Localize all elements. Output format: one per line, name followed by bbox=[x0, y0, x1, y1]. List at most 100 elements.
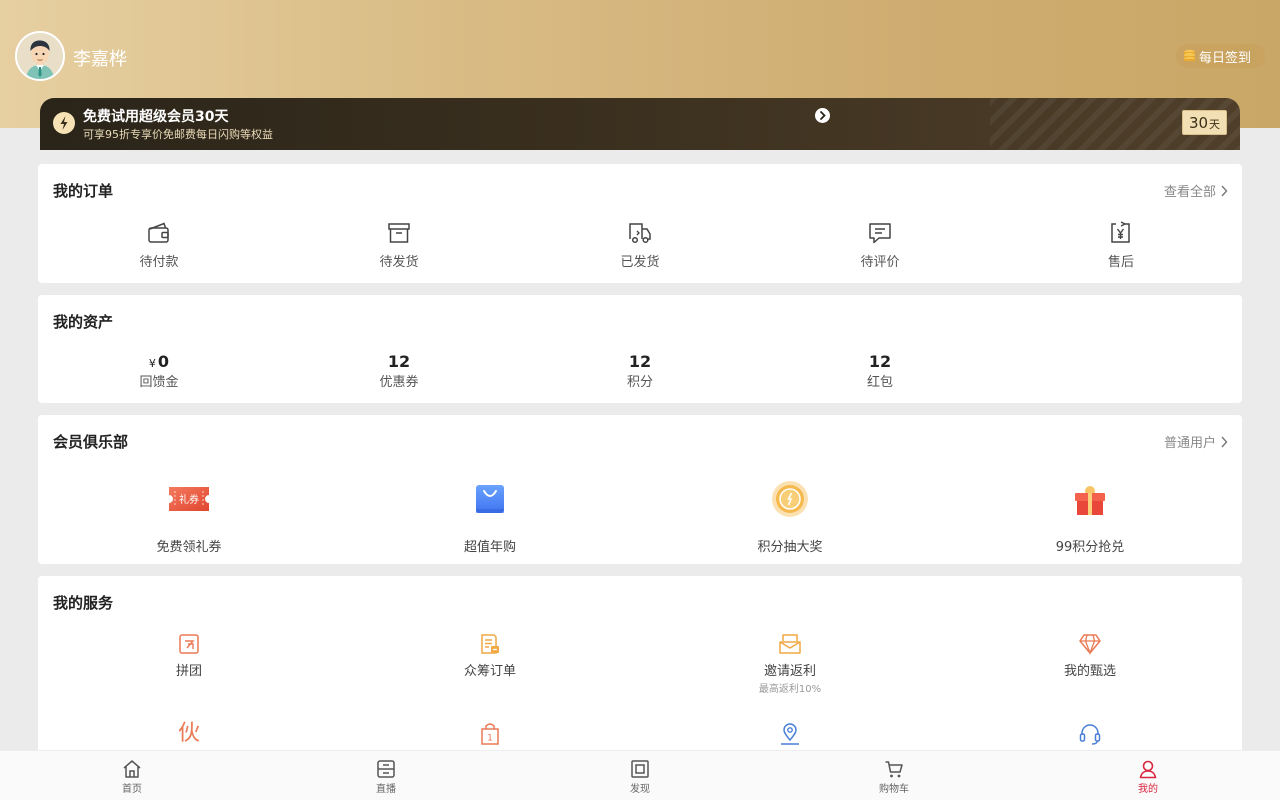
club-label: 免费领礼券 bbox=[156, 540, 222, 555]
service-bag[interactable]: 1 bbox=[420, 721, 560, 747]
club-annual-purchase[interactable]: 超值年购 bbox=[420, 477, 560, 555]
cart-icon bbox=[885, 761, 903, 778]
asset-coupons[interactable]: 12 优惠券 bbox=[349, 352, 449, 390]
club-label: 积分抽大奖 bbox=[757, 540, 823, 555]
bag-number-icon: 1 bbox=[481, 723, 499, 745]
order-pending-payment[interactable]: 待付款 bbox=[109, 220, 209, 270]
member-level-link[interactable]: 普通用户 bbox=[1164, 432, 1228, 451]
gift-icon bbox=[1075, 486, 1105, 515]
assets-card: 我的资产 ¥0 回馈金 12 优惠券 12 积分 12 红包 bbox=[38, 295, 1242, 403]
asset-label: 红包 bbox=[866, 375, 893, 390]
diamond-icon bbox=[1079, 634, 1101, 655]
medal-icon bbox=[772, 481, 808, 517]
chevron-right-icon bbox=[1221, 436, 1228, 447]
daily-checkin-button[interactable]: 每日签到 bbox=[1176, 44, 1265, 68]
vip-days-unit: 天 bbox=[1209, 118, 1221, 131]
vip-trial-banner[interactable]: 免费试用超级会员30天 可享95折专享价免邮费每日闪购等权益 30 天 bbox=[40, 98, 1240, 150]
headset-icon bbox=[1079, 724, 1101, 745]
order-pending-review[interactable]: 待评价 bbox=[830, 220, 930, 270]
tab-home[interactable]: 首页 bbox=[92, 759, 172, 795]
orders-card: 我的订单 查看全部 待付款 待发货 已发货 待评价 售后 bbox=[38, 164, 1242, 283]
asset-number: 0 bbox=[157, 352, 170, 371]
tab-live[interactable]: 直播 bbox=[346, 759, 426, 795]
bag-number: 1 bbox=[487, 734, 493, 744]
order-shipped[interactable]: 已发货 bbox=[590, 220, 690, 270]
service-label: 邀请返利 bbox=[763, 664, 816, 679]
service-group-buy[interactable]: 拼团 bbox=[119, 631, 259, 679]
tab-label: 发现 bbox=[630, 784, 650, 795]
order-after-sales[interactable]: 售后 bbox=[1071, 220, 1171, 270]
asset-cashback[interactable]: ¥0 回馈金 bbox=[109, 352, 209, 390]
tab-discover[interactable]: 发现 bbox=[600, 759, 680, 795]
service-partner[interactable]: 伙 bbox=[119, 721, 259, 747]
shopping-bag-icon bbox=[476, 485, 504, 513]
invite-icon bbox=[779, 634, 801, 654]
lightning-icon bbox=[53, 112, 75, 134]
view-all-label: 查看全部 bbox=[1163, 185, 1216, 200]
partner-icon: 伙 bbox=[177, 721, 200, 746]
tab-label: 直播 bbox=[376, 784, 396, 795]
vip-subtitle: 可享95折专享价免邮费每日闪购等权益 bbox=[83, 128, 273, 141]
avatar[interactable] bbox=[15, 31, 65, 81]
order-label: 售后 bbox=[1107, 255, 1134, 270]
tab-label: 首页 bbox=[122, 784, 142, 795]
service-sublabel: 最高返利10% bbox=[758, 684, 822, 695]
currency-symbol: ¥ bbox=[148, 357, 156, 370]
service-address[interactable] bbox=[720, 721, 860, 747]
coupon-badge: 礼券 bbox=[179, 493, 199, 506]
location-icon bbox=[781, 723, 799, 745]
asset-number: 12 bbox=[628, 352, 652, 371]
asset-label: 回馈金 bbox=[139, 375, 179, 390]
vip-title: 免费试用超级会员30天 bbox=[83, 109, 229, 125]
tab-label: 购物车 bbox=[879, 784, 909, 795]
order-label: 待评价 bbox=[860, 255, 900, 270]
tab-profile[interactable]: 我的 bbox=[1108, 759, 1188, 795]
view-all-orders-link[interactable]: 查看全部 bbox=[1164, 181, 1228, 200]
order-label: 待发货 bbox=[379, 255, 419, 270]
checkin-label: 每日签到 bbox=[1199, 50, 1252, 66]
club-free-coupon[interactable]: 礼券 免费领礼券 bbox=[119, 477, 259, 555]
club-points-redeem[interactable]: 99积分抢兑 bbox=[1020, 477, 1160, 555]
bottom-tab-bar: 首页 直播 发现 购物车 我的 bbox=[0, 750, 1280, 800]
group-buy-icon bbox=[179, 634, 199, 654]
tab-cart[interactable]: 购物车 bbox=[854, 759, 934, 795]
asset-red-packets[interactable]: 12 红包 bbox=[830, 352, 930, 390]
club-points-lottery[interactable]: 积分抽大奖 bbox=[720, 477, 860, 555]
service-label: 拼团 bbox=[175, 664, 202, 679]
chevron-right-icon[interactable] bbox=[815, 108, 830, 123]
box-icon bbox=[388, 223, 410, 243]
service-invite-rebate[interactable]: 邀请返利 最高返利10% bbox=[720, 631, 860, 695]
vip-days-value: 30 bbox=[1188, 113, 1209, 132]
crowdfunding-icon bbox=[481, 634, 499, 654]
coupon-icon: 礼券 bbox=[169, 487, 209, 511]
asset-label: 优惠券 bbox=[379, 375, 419, 390]
club-label: 超值年购 bbox=[463, 540, 516, 555]
comment-icon bbox=[869, 223, 891, 244]
asset-points[interactable]: 12 积分 bbox=[590, 352, 690, 390]
profile-icon bbox=[1139, 760, 1157, 779]
order-pending-shipment[interactable]: 待发货 bbox=[349, 220, 449, 270]
member-level-label: 普通用户 bbox=[1163, 436, 1216, 451]
member-club-card: 会员俱乐部 普通用户 礼券 免费领礼券 超值年购 积分抽大奖 99积分抢兑 bbox=[38, 415, 1242, 564]
order-label: 已发货 bbox=[620, 255, 660, 270]
service-label: 我的甄选 bbox=[1063, 664, 1116, 679]
tab-label: 我的 bbox=[1138, 784, 1158, 795]
wallet-icon bbox=[148, 222, 169, 243]
service-my-selection[interactable]: 我的甄选 bbox=[1020, 631, 1160, 679]
asset-number: 12 bbox=[868, 352, 892, 371]
services-card: 我的服务 拼团 众筹订单 邀请返利 最高返利10% 我的甄选 伙 1 bbox=[38, 576, 1242, 766]
truck-icon bbox=[629, 223, 651, 244]
coins-icon bbox=[1184, 49, 1195, 62]
order-label: 待付款 bbox=[139, 255, 179, 270]
home-icon bbox=[123, 760, 141, 778]
service-crowdfunding[interactable]: 众筹订单 bbox=[420, 631, 560, 679]
service-customer-support[interactable] bbox=[1020, 721, 1160, 747]
avatar-image bbox=[17, 33, 63, 79]
orders-title: 我的订单 bbox=[53, 182, 114, 200]
chevron-right-icon bbox=[1221, 185, 1228, 196]
asset-value: ¥0 bbox=[109, 352, 209, 371]
club-title: 会员俱乐部 bbox=[53, 433, 129, 451]
asset-label: 积分 bbox=[626, 375, 653, 390]
username: 李嘉桦 bbox=[73, 49, 127, 70]
assets-title: 我的资产 bbox=[53, 313, 114, 331]
